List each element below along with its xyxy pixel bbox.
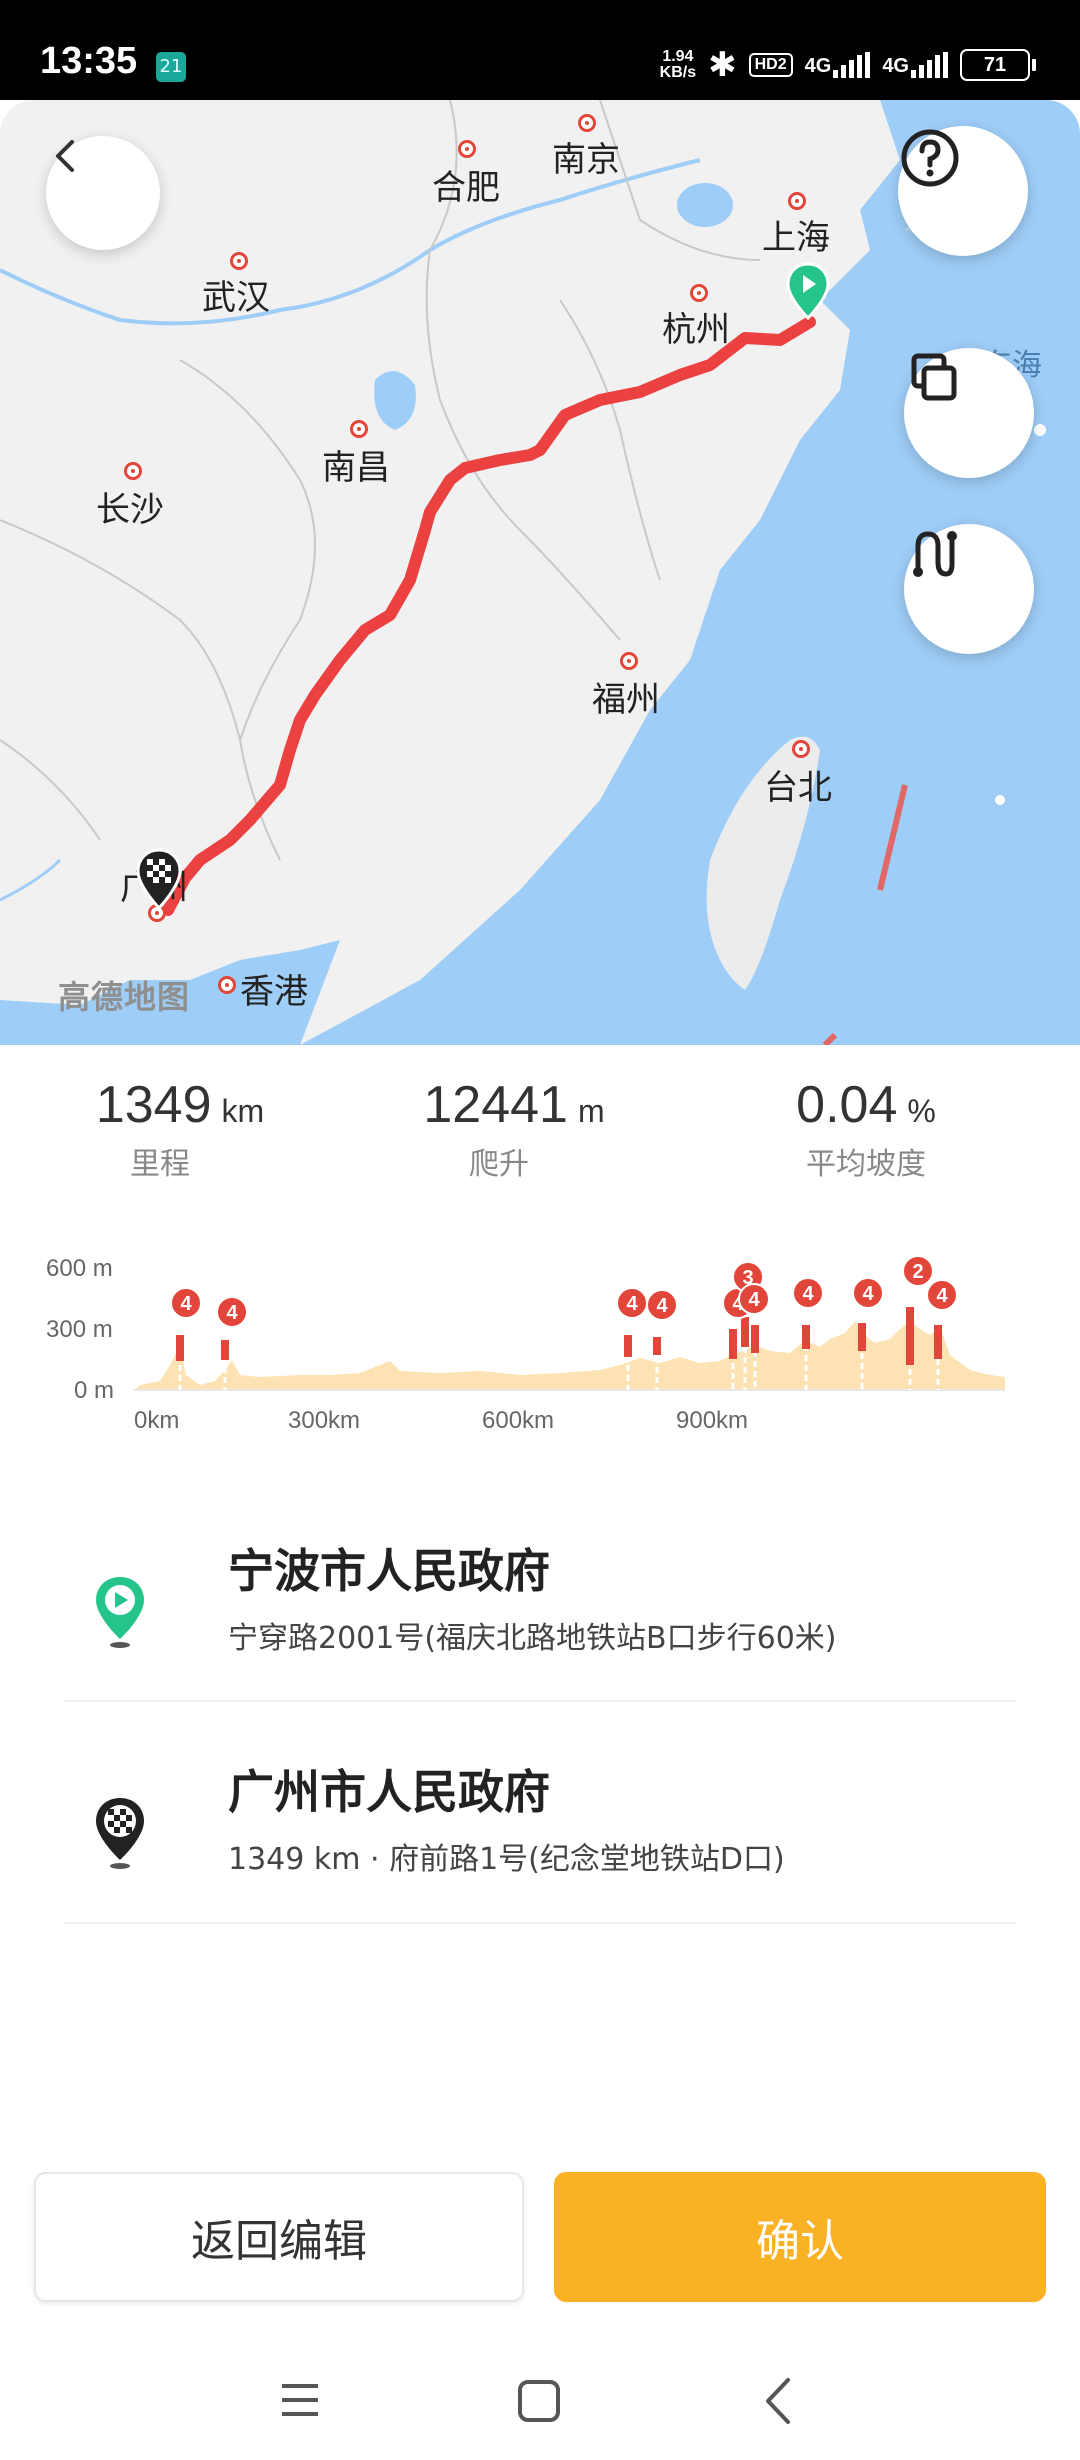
city-marker [458,140,476,158]
end-name: 广州市人民政府 [228,1765,550,1819]
status-bar: 13:35 21 1.94 KB/s ✱ HD2 4G 4G 71 [0,0,1080,100]
city-label-wuhan: 武汉 [202,278,270,318]
city-label-hangzhou: 杭州 [662,310,730,350]
start-name: 宁波市人民政府 [228,1544,550,1598]
map-watermark: 高德地图 [58,978,191,1016]
route-stats: 1349 km 里程 12441 m 爬升 0.04% 平均坡度 [0,1075,1080,1185]
city-label-nanjing: 南京 [552,140,620,180]
start-location[interactable]: 宁波市人民政府 宁穿路2001号(福庆北路地铁站B口步行60米) [64,1535,1016,1755]
signal-icon-2: 4G [882,52,948,78]
x-tick-label: 300km [288,1407,361,1434]
climb-value: 12441 [423,1076,568,1134]
elevation-profile[interactable]: 600 m 300 m 0 m 0km 300km 600km 900km 4 … [0,1225,1080,1445]
x-tick-label: 600km [482,1407,555,1434]
help-icon [901,129,959,187]
battery-icon: 71 [960,49,1036,81]
menu-icon[interactable] [278,2380,322,2420]
city-label-hongkong: 香港 [240,972,308,1012]
city-marker [792,740,810,758]
bluetooth-icon: ✱ [708,46,737,84]
city-label-fuzhou: 福州 [592,680,660,720]
end-location[interactable]: 广州市人民政府 1349 km · 府前路1号(纪念堂地铁站D口) [64,1756,1016,1976]
back-to-edit-button[interactable]: 返回编辑 [34,2172,524,2302]
home-icon[interactable] [516,2378,562,2424]
end-address: 1349 km · 府前路1号(纪念堂地铁站D口) [228,1842,785,1877]
city-marker [350,420,368,438]
confirm-button[interactable]: 确认 [554,2172,1046,2302]
city-marker [690,284,708,302]
city-label-nanchang: 南昌 [322,448,390,488]
chevron-left-icon [56,140,74,172]
city-marker [124,462,142,480]
city-marker [620,652,638,670]
network-type-2: 4G [882,55,909,77]
city-label-hefei: 合肥 [432,168,500,208]
x-tick-label: 900km [676,1407,749,1434]
speed-value: 1.94 [662,48,694,65]
speed-unit: KB/s [659,64,697,81]
layers-button[interactable] [904,348,1034,478]
city-marker [230,252,248,270]
route-style-button[interactable] [904,524,1034,654]
city-marker [218,976,236,994]
grade-unit: % [907,1093,936,1129]
help-button[interactable] [898,126,1028,256]
notification-badge: 21 [156,52,186,82]
climb-category-badge: 4 [616,1287,648,1319]
back-nav-icon[interactable] [758,2376,798,2426]
start-address: 宁穿路2001号(福庆北路地铁站B口步行60米) [228,1621,837,1656]
climb-markers [176,1289,942,1390]
climb-category-badge: 4 [738,1283,770,1315]
city-marker [578,114,596,132]
climb-category-badge: 4 [216,1296,248,1328]
finish-pin-icon [136,848,182,911]
stat-climb: 12441 m 爬升 [334,1075,694,1183]
climb-category-badge: 4 [852,1277,884,1309]
distance-unit: km [221,1093,265,1129]
climb-label: 爬升 [469,1147,529,1182]
route-icon [913,531,957,577]
city-label-shanghai: 上海 [762,218,830,258]
climb-category-badge: 4 [646,1289,678,1321]
distance-value: 1349 [95,1076,212,1134]
start-location-icon [96,1577,144,1648]
start-pin-icon [786,262,830,321]
climb-category-badge: 4 [926,1279,958,1311]
back-button[interactable] [46,136,160,250]
route-map[interactable]: 合肥 南京 上海 武汉 杭州 南昌 长沙 福州 台北 广州 香港 东海 高德地图 [0,100,1080,1045]
network-speed: 1.94 KB/s [660,49,696,81]
layers-icon [911,353,957,401]
city-marker [788,192,806,210]
grade-label: 平均坡度 [806,1147,926,1182]
status-icons: 1.94 KB/s ✱ HD2 4G 4G 71 [660,45,1036,85]
navigation-bar [0,2340,1080,2460]
climb-category-badge: 2 [902,1255,934,1287]
x-tick-label: 0km [134,1407,180,1434]
hd-voice-icon: HD2 [748,53,793,77]
climb-unit: m [577,1093,605,1129]
climb-category-badge: 4 [792,1277,824,1309]
divider [64,1922,1016,1924]
finish-location-icon [96,1798,144,1869]
city-label-changsha: 长沙 [96,490,164,530]
signal-icon: 4G [805,52,871,78]
clock: 13:35 [40,40,138,82]
divider [64,1700,1016,1702]
grade-value: 0.04 [796,1076,898,1134]
network-type: 4G [804,55,832,77]
stat-grade: 0.04% 平均坡度 [686,1075,1046,1183]
city-label-taibei: 台北 [764,768,832,808]
climb-category-badge: 4 [170,1287,202,1319]
